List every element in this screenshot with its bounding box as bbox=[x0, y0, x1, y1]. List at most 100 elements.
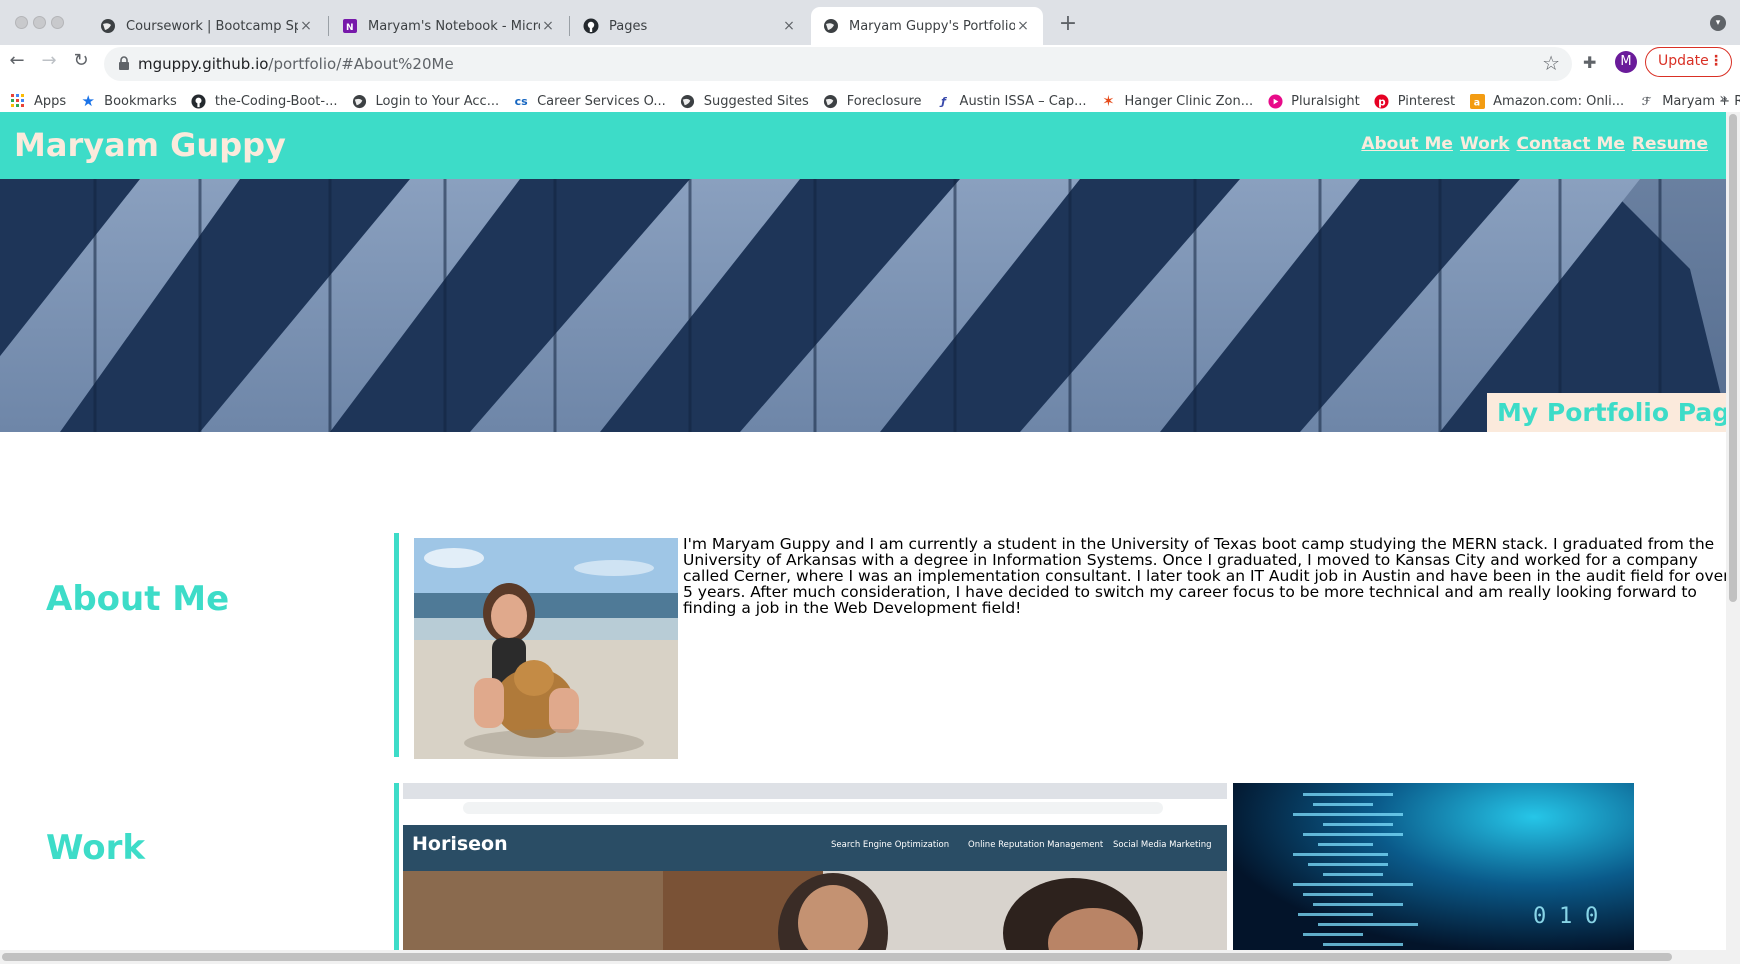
svg-text:p: p bbox=[1378, 96, 1385, 108]
url-host: mguppy.github.io bbox=[138, 55, 269, 73]
about-heading: About Me bbox=[46, 579, 230, 619]
kebab-menu-icon: ⋮ bbox=[1709, 53, 1723, 69]
cs-icon: cs bbox=[514, 94, 528, 108]
bookmark-pluralsight[interactable]: Pluralsight bbox=[1267, 93, 1360, 109]
bookmark-bookmarks[interactable]: ★ Bookmarks bbox=[80, 92, 177, 110]
new-tab-button[interactable]: + bbox=[1056, 11, 1080, 36]
bookmark-star-icon[interactable]: ☆ bbox=[1542, 51, 1560, 75]
tab-divider bbox=[569, 16, 570, 36]
bookmark-coding-boot[interactable]: the-Coding-Boot-... bbox=[191, 93, 338, 109]
bookmark-label: Pluralsight bbox=[1291, 93, 1360, 109]
bookmark-suggested-sites[interactable]: Suggested Sites bbox=[680, 93, 809, 109]
horizontal-scrollbar[interactable] bbox=[0, 950, 1740, 964]
nav-link-work[interactable]: Work bbox=[1460, 134, 1510, 154]
tab-title: Coursework | Bootcamp Spot bbox=[126, 18, 298, 34]
code-background-image: 010 bbox=[1233, 783, 1634, 950]
bookmark-foreclosure[interactable]: Foreclosure bbox=[823, 93, 922, 109]
web-page: Maryam Guppy About Me Work Contact Me Re… bbox=[0, 112, 1726, 950]
url-path: /portfolio/#About%20Me bbox=[268, 55, 454, 73]
star-icon: ★ bbox=[81, 92, 95, 110]
tab-onenote[interactable]: N Maryam's Notebook - Microsoft OneNote … bbox=[330, 7, 568, 45]
horiseon-screenshot bbox=[403, 783, 1227, 950]
profile-avatar[interactable]: M bbox=[1615, 51, 1637, 73]
tab-divider bbox=[328, 16, 329, 36]
reload-icon[interactable]: ↻ bbox=[69, 50, 93, 71]
apps-grid-icon bbox=[10, 93, 26, 109]
hero-banner: My Portfolio Page bbox=[0, 179, 1726, 432]
amazon-icon: a bbox=[1469, 93, 1485, 109]
tab-coursework[interactable]: Coursework | Bootcamp Spot × bbox=[88, 7, 326, 45]
tab-title: Maryam Guppy's Portfolio bbox=[849, 18, 1015, 34]
tab-close-icon[interactable]: × bbox=[781, 18, 797, 34]
forward-arrow-icon[interactable]: → bbox=[37, 50, 61, 71]
bookmark-pinterest[interactable]: p Pinterest bbox=[1374, 93, 1455, 109]
back-arrow-icon[interactable]: ← bbox=[5, 50, 29, 71]
bookmark-label: Maryam + Robby:... bbox=[1662, 93, 1740, 109]
tab-close-icon[interactable]: × bbox=[1015, 18, 1031, 34]
bookmarks-overflow-icon[interactable]: » bbox=[1719, 91, 1728, 107]
onenote-icon: N bbox=[342, 18, 358, 34]
svg-text:0: 0 bbox=[1533, 904, 1546, 929]
pinterest-icon: p bbox=[1374, 93, 1390, 109]
address-bar[interactable]: mguppy.github.io/portfolio/#About%20Me ☆ bbox=[104, 47, 1572, 81]
update-button[interactable]: Update ⋮ bbox=[1645, 47, 1732, 77]
hero-wood-stripes-image bbox=[0, 179, 1726, 432]
vertical-scroll-thumb[interactable] bbox=[1729, 114, 1737, 602]
tab-title: Maryam's Notebook - Microsoft OneNote bbox=[368, 18, 540, 34]
nav-link-about-me[interactable]: About Me bbox=[1361, 134, 1453, 154]
window-minimize-button[interactable] bbox=[33, 16, 46, 29]
work-project-code[interactable]: 010 bbox=[1233, 783, 1634, 950]
globe-icon bbox=[100, 18, 116, 34]
window-zoom-button[interactable] bbox=[51, 16, 64, 29]
nav-link-resume[interactable]: Resume bbox=[1632, 134, 1708, 154]
bookmark-career-services[interactable]: cs Career Services O... bbox=[513, 93, 666, 109]
bookmark-apps[interactable]: Apps bbox=[10, 93, 66, 109]
svg-text:0: 0 bbox=[1585, 904, 1598, 929]
svg-text:N: N bbox=[346, 23, 354, 33]
bookmark-amazon[interactable]: a Amazon.com: Onli... bbox=[1469, 93, 1624, 109]
pluralsight-icon bbox=[1267, 93, 1283, 109]
bookmark-label: the-Coding-Boot-... bbox=[214, 93, 338, 109]
bookmark-label: Pinterest bbox=[1397, 93, 1456, 109]
svg-text:a: a bbox=[1473, 97, 1479, 108]
bookmark-label: Career Services O... bbox=[537, 93, 666, 109]
vertical-scrollbar[interactable] bbox=[1726, 112, 1740, 950]
horizontal-scroll-thumb[interactable] bbox=[2, 953, 1672, 961]
bookmark-label: Bookmarks bbox=[104, 93, 177, 109]
extensions-puzzle-icon[interactable]: ✚ bbox=[1583, 53, 1596, 72]
bookmark-login[interactable]: Login to Your Acc... bbox=[351, 93, 499, 109]
horiseon-nav-smm: Social Media Marketing bbox=[1113, 840, 1212, 850]
bookmark-label: Austin ISSA – Cap... bbox=[959, 93, 1087, 109]
globe-icon bbox=[823, 93, 839, 109]
tab-close-icon[interactable]: × bbox=[298, 18, 314, 34]
tab-close-icon[interactable]: × bbox=[540, 18, 556, 34]
about-section: I'm Maryam Guppy and I am currently a st… bbox=[394, 533, 1726, 759]
script-icon: ℱ bbox=[1641, 94, 1651, 108]
bookmark-hanger-clinic[interactable]: ✶ Hanger Clinic Zon... bbox=[1100, 92, 1254, 110]
bookmark-label: Suggested Sites bbox=[703, 93, 809, 109]
tab-portfolio[interactable]: Maryam Guppy's Portfolio × bbox=[811, 7, 1043, 45]
work-heading: Work bbox=[46, 828, 146, 868]
tab-pages[interactable]: Pages × bbox=[571, 7, 809, 45]
site-header: Maryam Guppy About Me Work Contact Me Re… bbox=[0, 112, 1726, 179]
globe-icon bbox=[351, 93, 367, 109]
globe-icon bbox=[823, 18, 839, 34]
tab-strip: Coursework | Bootcamp Spot × N Maryam's … bbox=[0, 0, 1740, 45]
work-project-horiseon[interactable]: Horiseon Search Engine Optimization Onli… bbox=[403, 783, 1227, 950]
bookmark-austin-issa[interactable]: ƒ Austin ISSA – Cap... bbox=[936, 93, 1087, 109]
github-icon bbox=[191, 93, 207, 109]
bookmark-label: Hanger Clinic Zon... bbox=[1124, 93, 1254, 109]
issa-icon: ƒ bbox=[941, 94, 946, 108]
nav-link-contact-me[interactable]: Contact Me bbox=[1516, 134, 1624, 154]
hanger-icon: ✶ bbox=[1102, 92, 1115, 110]
svg-text:1: 1 bbox=[1559, 904, 1572, 929]
about-text: I'm Maryam Guppy and I am currently a st… bbox=[683, 535, 1726, 617]
url-text: mguppy.github.io/portfolio/#About%20Me bbox=[138, 55, 454, 73]
window-close-button[interactable] bbox=[15, 16, 28, 29]
update-label: Update bbox=[1658, 53, 1709, 69]
tab-search-icon[interactable]: ▾ bbox=[1710, 15, 1726, 31]
lock-icon bbox=[117, 55, 131, 71]
site-nav: About Me Work Contact Me Resume bbox=[1361, 134, 1708, 154]
globe-icon bbox=[680, 93, 696, 109]
work-section: Horiseon Search Engine Optimization Onli… bbox=[394, 783, 1726, 950]
